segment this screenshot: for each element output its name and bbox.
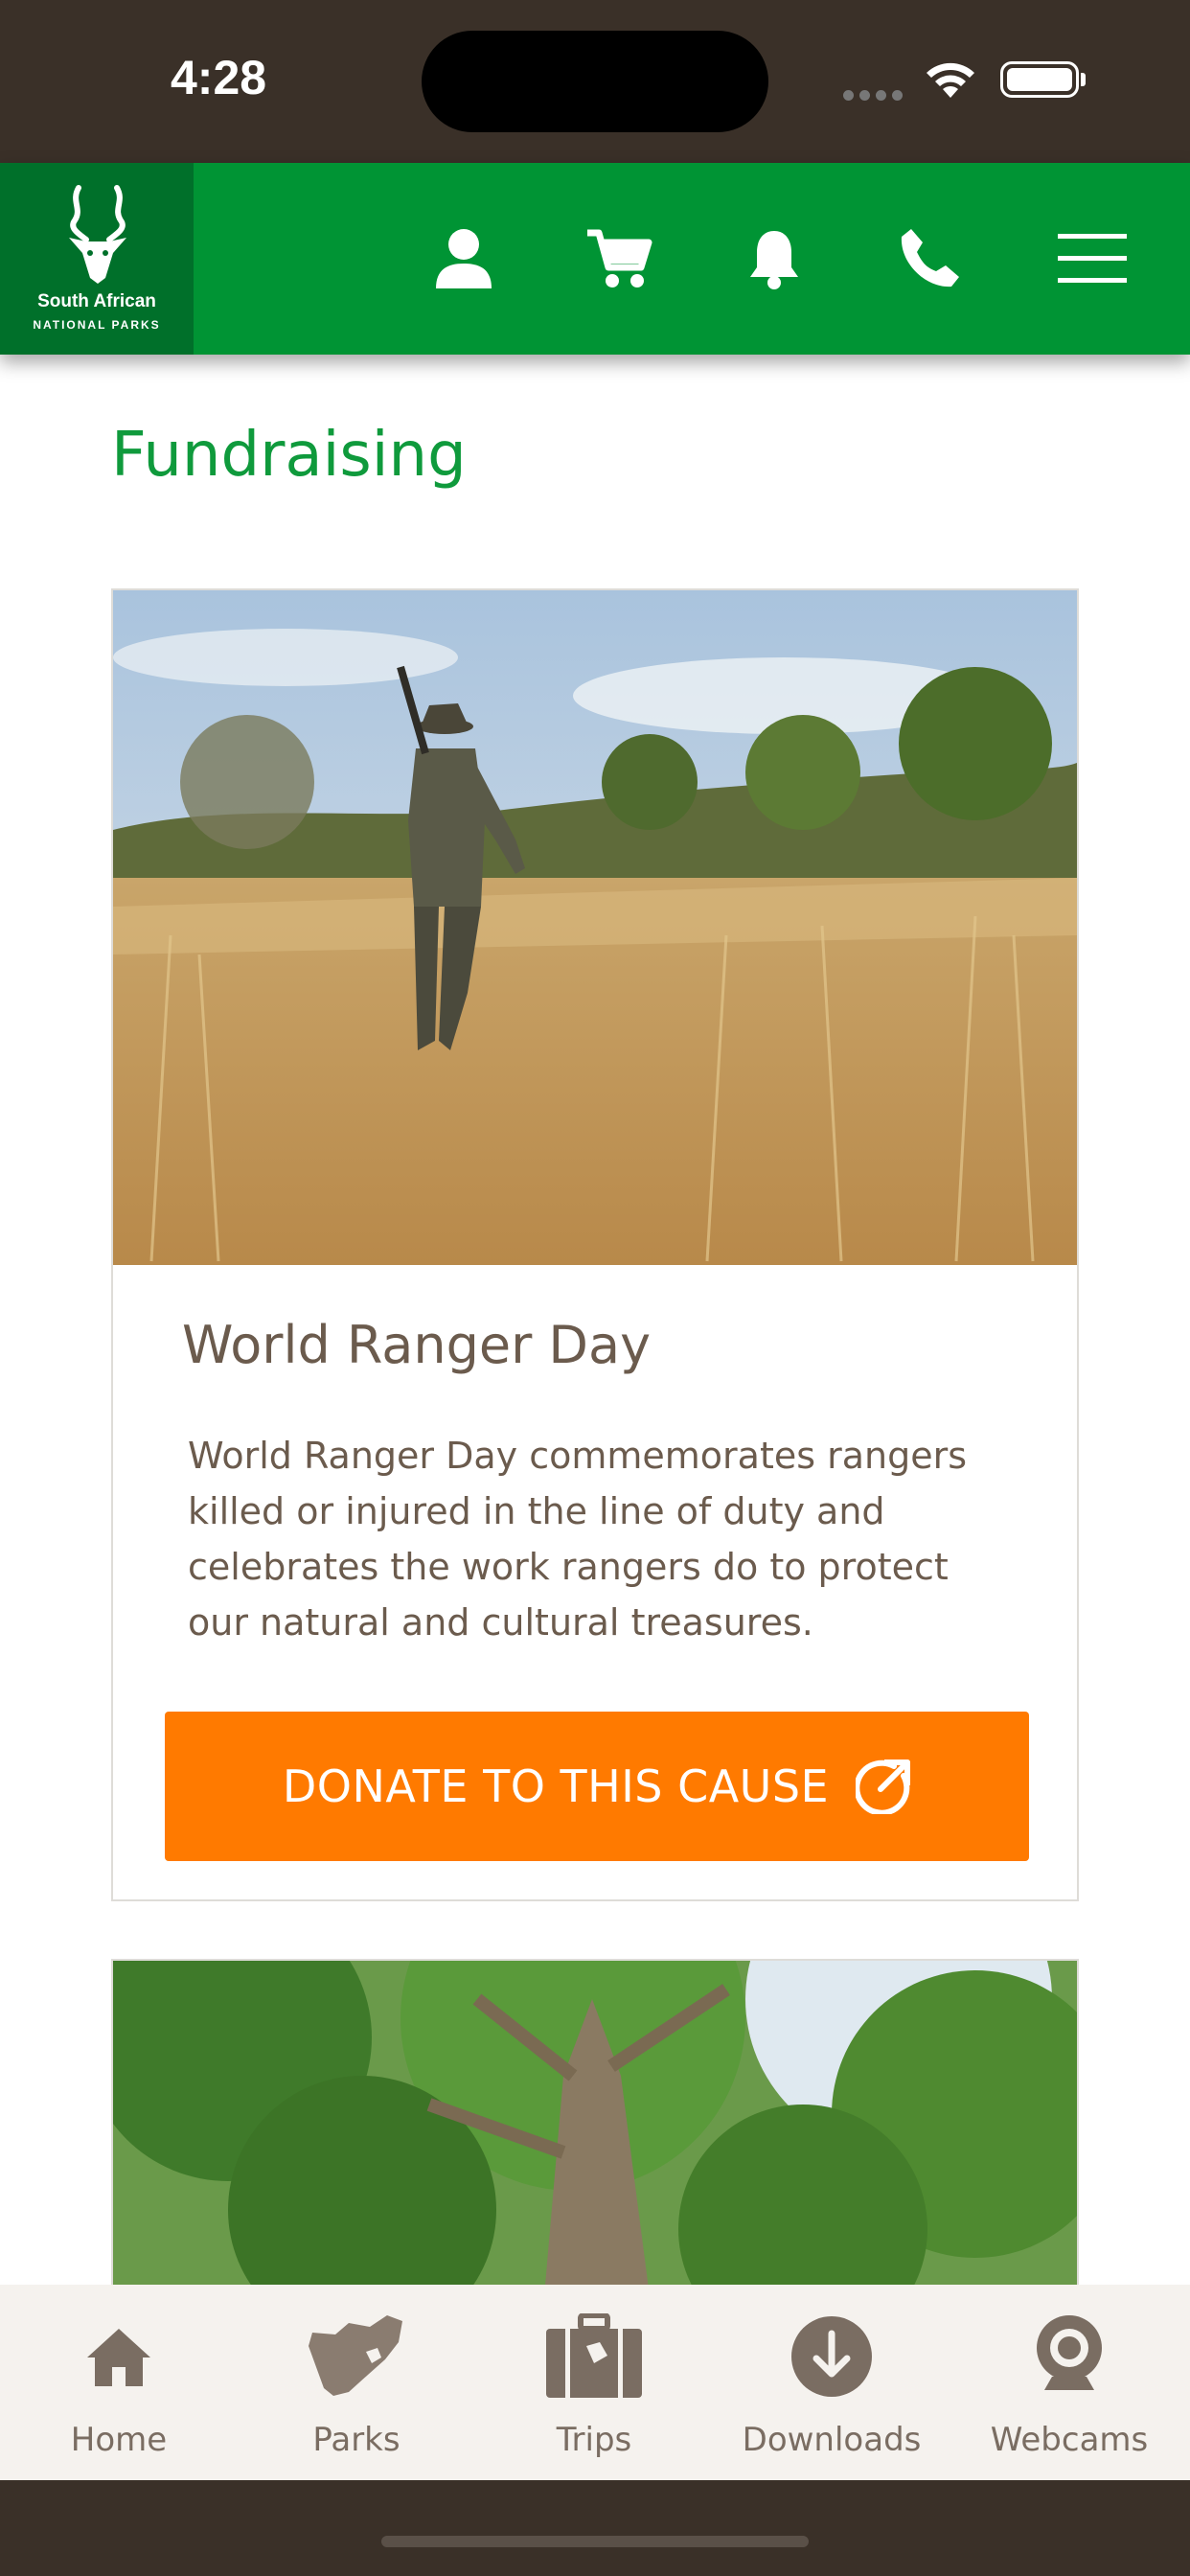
bell-icon[interactable] xyxy=(736,220,812,297)
status-time: 4:28 xyxy=(171,51,267,104)
tab-webcams[interactable]: Webcams xyxy=(950,2285,1188,2480)
kudu-logo-icon xyxy=(69,185,126,284)
wifi-icon xyxy=(922,58,979,104)
card-image-ranger xyxy=(113,590,1077,1265)
tab-parks[interactable]: Parks xyxy=(238,2285,475,2480)
donate-button[interactable]: DONATE TO THIS CAUSE xyxy=(165,1712,1029,1861)
sanparks-logo[interactable]: South African NATIONAL PARKS xyxy=(0,163,194,355)
card-image-forest xyxy=(113,1961,1077,2292)
donate-button-label: DONATE TO THIS CAUSE xyxy=(282,1760,830,1812)
page-title: Fundraising xyxy=(111,420,467,491)
tab-downloads-label: Downloads xyxy=(742,2421,922,2459)
home-indicator[interactable] xyxy=(381,2536,809,2547)
tab-trips[interactable]: Trips xyxy=(475,2285,713,2480)
tab-downloads[interactable]: Downloads xyxy=(713,2285,950,2480)
webcam-icon xyxy=(950,2313,1188,2400)
map-icon xyxy=(238,2313,475,2400)
phone-icon[interactable] xyxy=(891,220,968,297)
app-header: South African NATIONAL PARKS xyxy=(0,163,1190,355)
download-icon xyxy=(713,2313,950,2400)
external-link-icon xyxy=(856,1760,911,1814)
home-indicator-area xyxy=(0,2480,1190,2576)
home-icon xyxy=(0,2313,238,2400)
battery-icon xyxy=(1000,61,1079,98)
menu-icon[interactable] xyxy=(1054,220,1131,297)
fundraising-card: World Ranger Day World Ranger Day commem… xyxy=(111,588,1079,1901)
status-bar: 4:28 xyxy=(0,0,1190,163)
dynamic-island xyxy=(422,31,768,132)
logo-text-secondary: NATIONAL PARKS xyxy=(33,318,161,332)
bottom-tab-bar: Home Parks Trips Downloads Webcams xyxy=(0,2285,1190,2480)
tab-webcams-label: Webcams xyxy=(990,2421,1149,2459)
card-description: World Ranger Day commemorates rangers ki… xyxy=(188,1435,968,1644)
card-title: World Ranger Day xyxy=(182,1315,652,1375)
suitcase-icon xyxy=(475,2313,713,2400)
tab-trips-label: Trips xyxy=(556,2421,632,2459)
tab-home[interactable]: Home xyxy=(0,2285,238,2480)
cart-icon[interactable] xyxy=(581,220,657,297)
cellular-signal-icon xyxy=(843,86,908,104)
tab-home-label: Home xyxy=(70,2421,168,2459)
user-icon[interactable] xyxy=(425,220,502,297)
tab-parks-label: Parks xyxy=(312,2421,400,2459)
fundraising-card-2[interactable] xyxy=(111,1959,1079,2294)
logo-text-primary: South African xyxy=(37,291,156,311)
